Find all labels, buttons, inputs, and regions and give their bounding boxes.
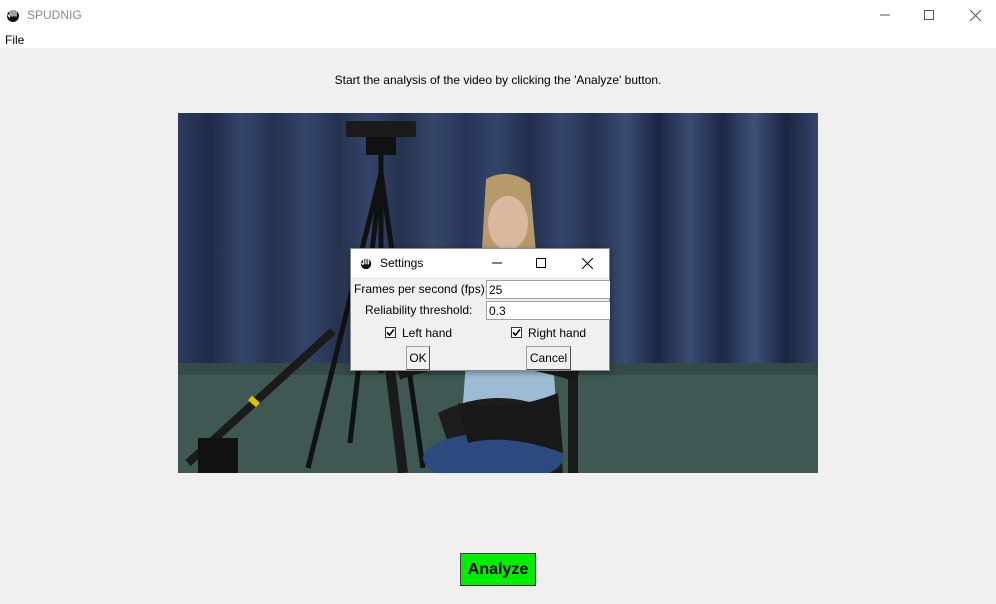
minimize-icon [492, 262, 502, 264]
fps-label: Frames per second (fps): [354, 282, 489, 296]
window-title: SPUDNIG [27, 8, 82, 22]
settings-close-button[interactable] [565, 249, 609, 277]
minimize-button[interactable] [862, 0, 908, 30]
hand-icon [7, 9, 19, 22]
settings-minimize-button[interactable] [475, 249, 519, 277]
close-icon [581, 257, 593, 269]
checkmark-icon [512, 328, 521, 337]
analyze-button[interactable]: Analyze [460, 553, 536, 586]
left-hand-label: Left hand [402, 326, 453, 340]
reliability-input[interactable] [486, 301, 610, 320]
window-titlebar[interactable]: SPUDNIG [0, 0, 996, 30]
fps-input[interactable] [486, 280, 610, 299]
reliability-label: Reliability threshold: [365, 303, 473, 317]
maximize-icon [536, 258, 546, 268]
right-hand-checkbox[interactable] [511, 327, 522, 338]
settings-maximize-button[interactable] [519, 249, 563, 277]
minimize-icon [880, 14, 890, 16]
settings-dialog: Settings Frames per second (fps): Reliab… [350, 248, 610, 371]
instruction-text: Start the analysis of the video by click… [334, 73, 662, 87]
close-button[interactable] [952, 0, 996, 30]
hand-icon [360, 258, 372, 270]
right-hand-label: Right hand [528, 326, 587, 340]
cancel-button[interactable]: Cancel [526, 346, 571, 370]
left-hand-checkbox[interactable] [385, 327, 396, 338]
checkmark-icon [386, 328, 395, 337]
maximize-icon [924, 10, 934, 20]
settings-title: Settings [380, 256, 424, 270]
menu-file[interactable]: File [5, 33, 24, 47]
ok-button[interactable]: OK [406, 346, 430, 370]
settings-titlebar[interactable]: Settings [351, 249, 609, 277]
menu-bar: File [0, 30, 996, 48]
maximize-button[interactable] [906, 0, 952, 30]
close-icon [969, 9, 981, 21]
